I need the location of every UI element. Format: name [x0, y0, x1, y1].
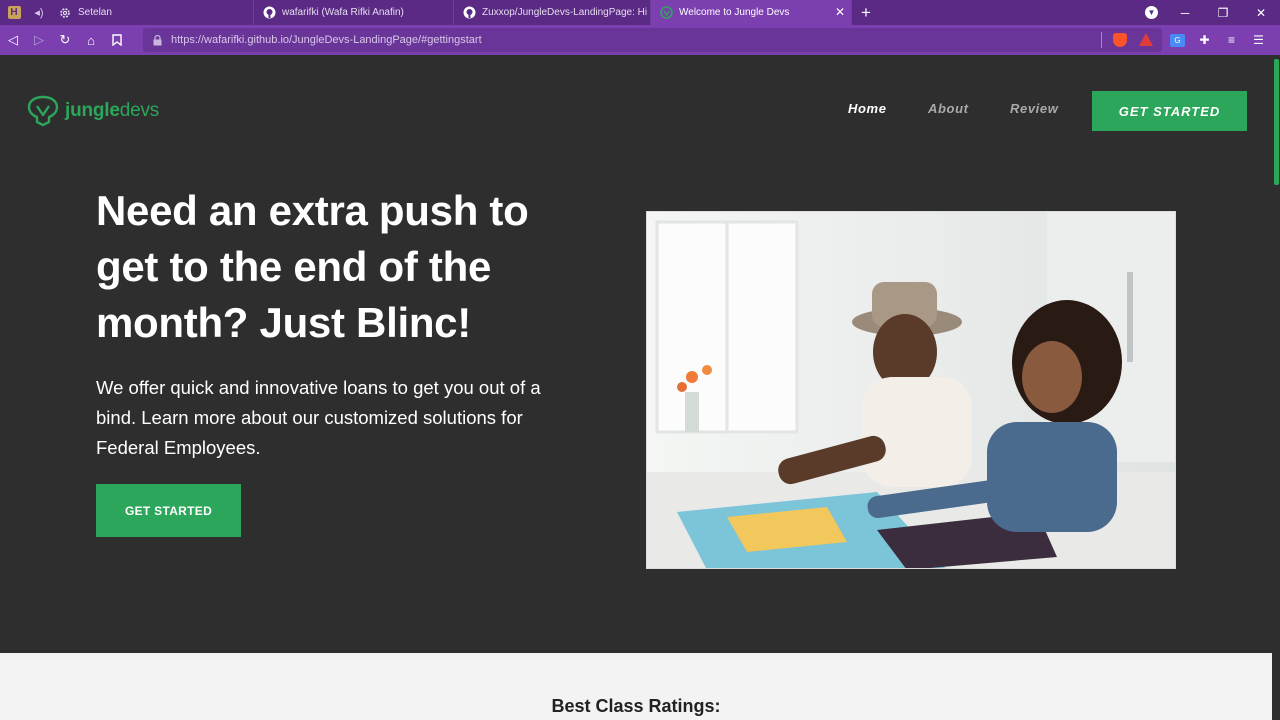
nav-home[interactable]: Home [848, 101, 887, 116]
pinned-site-icon: H [7, 6, 21, 19]
header-get-started-button[interactable]: GET STARTED [1092, 91, 1247, 131]
translate-icon[interactable]: G [1164, 25, 1191, 55]
window-controls: ─ ❐ ✕ [1166, 0, 1280, 25]
ratings-title: Best Class Ratings: [551, 696, 721, 716]
nav-about[interactable]: About [928, 101, 969, 116]
site-logo[interactable]: jungledevs [26, 95, 159, 127]
playlist-icon[interactable]: ≡ [1218, 25, 1245, 55]
url-text: https://wafarifki.github.io/JungleDevs-L… [171, 34, 482, 46]
browser-toolbar: ◁ ▷ ↻ ⌂ https://wafarifki.github.io/Jung… [0, 25, 1280, 55]
tab-github-repo[interactable]: Zuxxop/JungleDevs-LandingPage: Hi [454, 0, 651, 25]
tab-title: Setelan [78, 7, 112, 18]
brave-rewards-icon[interactable] [1139, 33, 1153, 46]
logo-text-jungle: jungle [65, 100, 120, 121]
page-viewport: jungledevs Home About Review GET STARTED… [0, 55, 1272, 720]
tab-title: Welcome to Jungle Devs [679, 7, 790, 18]
tab-search-icon[interactable]: ▼ [1145, 6, 1158, 19]
hero-image [646, 211, 1176, 569]
restore-icon[interactable]: ❐ [1204, 0, 1242, 25]
lock-icon[interactable] [153, 34, 163, 46]
back-icon[interactable]: ◁ [0, 25, 26, 55]
github-icon [462, 6, 476, 20]
hero-get-started-button[interactable]: GET STARTED [96, 484, 241, 537]
menu-icon[interactable]: ☰ [1245, 25, 1272, 55]
forward-icon[interactable]: ▷ [26, 25, 52, 55]
hero-photo-illustration [647, 212, 1175, 568]
extensions-area: G ✚ ≡ ☰ [1164, 25, 1272, 55]
hero-title: Need an extra push to get to the end of … [96, 187, 529, 346]
close-window-icon[interactable]: ✕ [1242, 0, 1280, 25]
ratings-section: Best Class Ratings: [0, 653, 1272, 720]
home-icon[interactable]: ⌂ [78, 25, 104, 55]
scrollbar-thumb[interactable] [1274, 59, 1279, 185]
logo-text: jungledevs [65, 100, 159, 122]
github-icon [262, 6, 276, 20]
brave-shields-icon[interactable] [1113, 33, 1127, 47]
tab-title: wafarifki (Wafa Rifki Anafin) [282, 7, 404, 18]
close-tab-icon[interactable]: ✕ [835, 6, 845, 18]
extensions-puzzle-icon[interactable]: ✚ [1191, 25, 1218, 55]
address-bar[interactable]: https://wafarifki.github.io/JungleDevs-L… [143, 28, 1162, 52]
nav-review[interactable]: Review [1010, 101, 1058, 116]
reload-icon[interactable]: ↻ [52, 25, 78, 55]
mute-icon[interactable]: ◂) [28, 0, 50, 25]
logo-text-devs: devs [119, 100, 160, 121]
new-tab-button[interactable]: + [852, 0, 880, 25]
tab-title: Zuxxop/JungleDevs-LandingPage: Hi [482, 7, 648, 18]
tab-settings[interactable]: Setelan [50, 0, 254, 25]
pinned-tab[interactable]: H [0, 0, 28, 25]
bookmark-icon[interactable] [104, 25, 130, 55]
divider [1101, 32, 1102, 48]
tab-github-profile[interactable]: wafarifki (Wafa Rifki Anafin) [254, 0, 454, 25]
hero-subtitle: We offer quick and innovative loans to g… [96, 377, 541, 458]
browser-tab-strip: H ◂) Setelan wafarifki (Wafa Rifki Anafi… [0, 0, 1280, 25]
minimize-icon[interactable]: ─ [1166, 0, 1204, 25]
jungledevs-logo-icon [27, 95, 59, 127]
page-scrollbar[interactable] [1272, 55, 1280, 720]
gear-icon [58, 6, 72, 20]
tab-jungle-devs[interactable]: Welcome to Jungle Devs ✕ [651, 0, 852, 25]
jungledevs-favicon [659, 6, 673, 20]
